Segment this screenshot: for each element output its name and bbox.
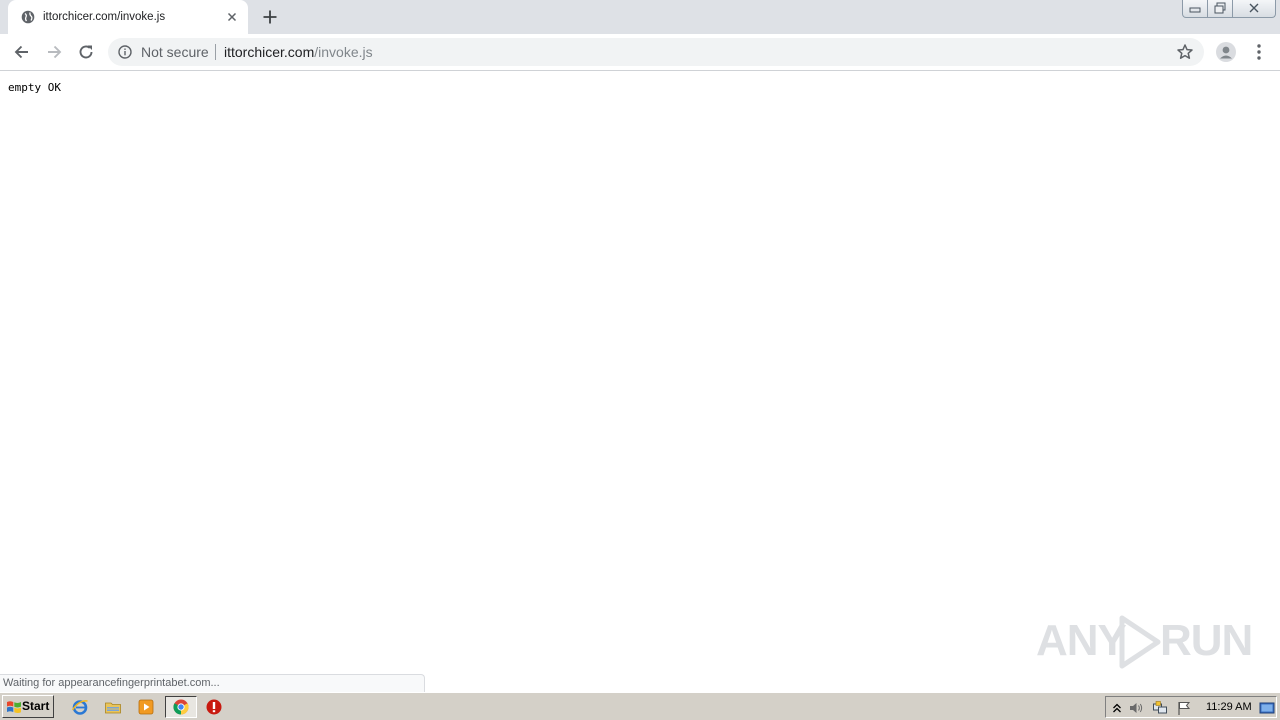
watermark-left-text: ANY bbox=[1036, 616, 1127, 665]
url-host: ittorchicer.com bbox=[224, 44, 315, 60]
chrome-icon bbox=[173, 699, 189, 715]
taskbar: Start 11:29 AM bbox=[0, 692, 1280, 720]
kebab-menu-icon[interactable] bbox=[1250, 42, 1268, 62]
new-tab-icon[interactable] bbox=[260, 7, 280, 27]
media-player-icon[interactable] bbox=[137, 698, 155, 716]
url-text[interactable]: ittorchicer.com/invoke.js bbox=[224, 44, 373, 60]
tab-title: ittorchicer.com/invoke.js bbox=[43, 11, 166, 23]
security-label[interactable]: Not secure bbox=[141, 44, 209, 60]
restore-icon bbox=[1214, 2, 1226, 14]
windows-logo-icon bbox=[7, 701, 21, 714]
bookmark-star-icon[interactable] bbox=[1176, 43, 1194, 61]
browser-toolbar: Not secure ittorchicer.com/invoke.js bbox=[0, 34, 1280, 71]
page-body-text: empty OK bbox=[8, 81, 61, 94]
flag-icon[interactable] bbox=[1176, 700, 1192, 716]
close-window-icon bbox=[1249, 3, 1259, 13]
task-chrome[interactable] bbox=[165, 696, 197, 718]
window-minimize-button[interactable] bbox=[1182, 0, 1208, 18]
close-icon[interactable] bbox=[224, 9, 240, 25]
minimize-icon bbox=[1189, 7, 1201, 13]
show-desktop-icon[interactable] bbox=[1259, 700, 1275, 716]
system-tray: 11:29 AM bbox=[1105, 696, 1277, 718]
url-path: /invoke.js bbox=[314, 44, 373, 60]
explorer-icon[interactable] bbox=[104, 698, 122, 716]
tray-expand-icon[interactable] bbox=[1109, 700, 1125, 716]
network-icon[interactable] bbox=[1152, 700, 1168, 716]
reload-icon[interactable] bbox=[76, 42, 96, 62]
address-bar[interactable]: Not secure ittorchicer.com/invoke.js bbox=[108, 38, 1204, 66]
globe-icon bbox=[21, 10, 35, 24]
watermark-right-text: RUN bbox=[1160, 616, 1253, 665]
forward-arrow-icon[interactable] bbox=[44, 42, 64, 62]
profile-avatar-icon[interactable] bbox=[1216, 42, 1236, 62]
ie-icon[interactable] bbox=[71, 698, 89, 716]
tab-strip: ittorchicer.com/invoke.js bbox=[0, 0, 1280, 34]
info-icon[interactable] bbox=[118, 45, 132, 59]
start-button[interactable]: Start bbox=[2, 695, 54, 718]
status-bubble: Waiting for appearancefingerprintabet.co… bbox=[0, 674, 425, 693]
stop-icon[interactable] bbox=[205, 698, 223, 716]
clock[interactable]: 11:29 AM bbox=[1206, 700, 1252, 714]
window-restore-button[interactable] bbox=[1207, 0, 1233, 18]
tab-active[interactable]: ittorchicer.com/invoke.js bbox=[8, 0, 248, 34]
back-arrow-icon[interactable] bbox=[12, 42, 32, 62]
url-separator bbox=[215, 44, 216, 60]
page-viewport: empty OK ANY RUN Waiting for appearancef… bbox=[0, 72, 1280, 693]
start-label: Start bbox=[22, 699, 50, 713]
anyrun-watermark: ANY RUN bbox=[1036, 608, 1253, 676]
window-close-button[interactable] bbox=[1232, 0, 1276, 18]
volume-icon[interactable] bbox=[1128, 700, 1144, 716]
play-logo-icon bbox=[1119, 615, 1161, 669]
